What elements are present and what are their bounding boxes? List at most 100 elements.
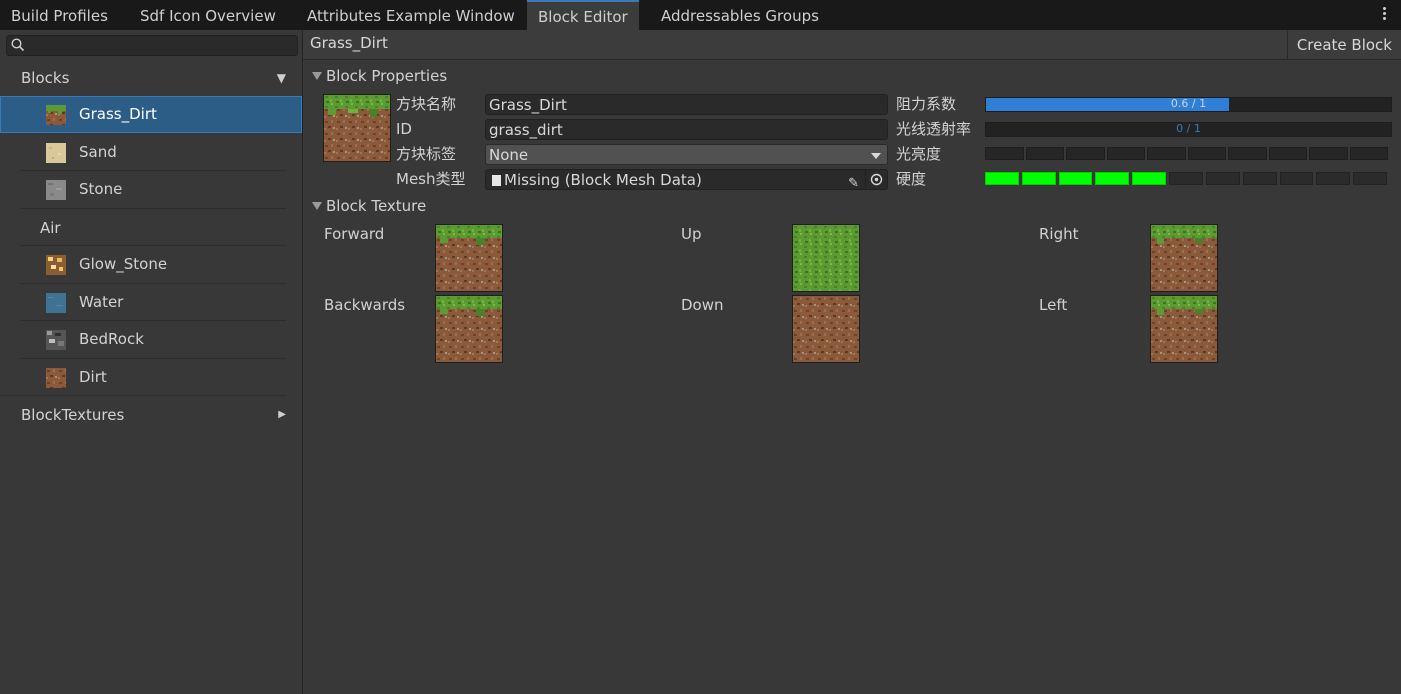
- block-tag-dropdown[interactable]: None: [485, 144, 888, 165]
- list-item-label: Water: [79, 293, 124, 311]
- list-item-water[interactable]: Water: [0, 284, 302, 321]
- block-texture-foldout[interactable]: Block Texture: [312, 197, 426, 215]
- resistance-label: 阻力系数: [896, 95, 957, 113]
- edit-pencil-icon[interactable]: ✎: [848, 173, 859, 194]
- block-properties-foldout[interactable]: Block Properties: [312, 67, 447, 85]
- list-item-label: Dirt: [79, 368, 107, 386]
- mesh-type-object-field[interactable]: Missing (Block Mesh Data) ✎: [485, 169, 888, 191]
- list-item-dirt[interactable]: Dirt: [0, 359, 302, 396]
- down-texture-slot[interactable]: [792, 295, 860, 363]
- hardness-segment[interactable]: [1316, 172, 1351, 185]
- up-texture-slot[interactable]: [792, 224, 860, 292]
- tab-block-editor[interactable]: Block Editor: [527, 0, 639, 30]
- group-air-label: Air: [40, 219, 61, 237]
- tab-bar: Build Profiles Sdf Icon Overview Attribu…: [0, 0, 1401, 30]
- hardness-segment[interactable]: [985, 172, 1019, 185]
- hardness-segment[interactable]: [1021, 172, 1056, 185]
- face-label-right: Right: [1039, 225, 1079, 243]
- hardness-segment[interactable]: [1058, 172, 1093, 185]
- resistance-slider[interactable]: 0.6 / 1: [985, 97, 1392, 112]
- tab-addressables-groups[interactable]: Addressables Groups: [650, 0, 830, 30]
- brightness-segment[interactable]: [1187, 147, 1226, 160]
- block-name-label: 方块名称: [396, 95, 457, 113]
- tab-attributes-example-window[interactable]: Attributes Example Window: [296, 0, 526, 30]
- brightness-segment[interactable]: [1228, 147, 1267, 160]
- face-label-backwards: Backwards: [324, 296, 406, 314]
- mesh-type-label: Mesh类型: [396, 170, 466, 188]
- dirt-icon: [46, 368, 66, 388]
- list-item-label: Grass_Dirt: [79, 105, 157, 123]
- face-label-left: Left: [1039, 296, 1068, 314]
- foldout-arrow-icon: [312, 72, 322, 80]
- list-item-bedrock[interactable]: BedRock: [0, 321, 302, 358]
- group-blocktextures[interactable]: BlockTextures ▶: [0, 397, 302, 433]
- brightness-label: 光亮度: [896, 145, 942, 163]
- expand-arrow-icon[interactable]: ▶: [278, 397, 286, 433]
- brightness-segment[interactable]: [1066, 147, 1105, 160]
- block-tag-value: None: [489, 146, 529, 164]
- hardness-segment[interactable]: [1353, 172, 1387, 185]
- block-tag-label: 方块标签: [396, 145, 457, 163]
- face-label-up: Up: [681, 225, 702, 243]
- left-texture-slot[interactable]: [1150, 295, 1218, 363]
- sand-icon: [46, 143, 66, 163]
- block-id-field[interactable]: grass_dirt: [485, 119, 888, 140]
- brightness-segment[interactable]: [1309, 147, 1348, 160]
- block-properties-header: Block Properties: [326, 67, 448, 85]
- block-editor-panel: Grass_Dirt Create Block Block Properties…: [303, 30, 1401, 694]
- asset-file-icon: [492, 175, 501, 186]
- transparency-label: 光线透射率: [896, 120, 972, 138]
- more-options-icon[interactable]: [1383, 7, 1387, 22]
- group-air[interactable]: Air: [0, 210, 302, 246]
- list-item-stone[interactable]: Stone: [0, 171, 302, 208]
- backwards-texture-slot[interactable]: [435, 295, 503, 363]
- group-blocks[interactable]: Blocks ▼: [0, 60, 302, 96]
- block-id-label: ID: [396, 120, 412, 138]
- glow-stone-icon: [46, 255, 66, 275]
- right-texture-slot[interactable]: [1150, 224, 1218, 292]
- object-picker-icon[interactable]: [865, 170, 887, 189]
- list-item-label: Sand: [79, 143, 117, 161]
- block-list-sidebar: Blocks ▼ Grass_Dirt Sand Stone Air Glow_…: [0, 30, 303, 694]
- block-name-field[interactable]: Grass_Dirt: [485, 94, 888, 115]
- brightness-segment[interactable]: [1147, 147, 1186, 160]
- face-label-down: Down: [681, 296, 724, 314]
- stone-icon: [46, 180, 66, 200]
- dropdown-caret-icon: [871, 153, 881, 159]
- brightness-segment[interactable]: [1106, 147, 1145, 160]
- list-item-label: Stone: [79, 180, 123, 198]
- hardness-segment[interactable]: [1242, 172, 1277, 185]
- list-item-sand[interactable]: Sand: [0, 134, 302, 171]
- hardness-segment[interactable]: [1279, 172, 1314, 185]
- face-label-forward: Forward: [324, 225, 385, 243]
- resistance-value-text: 0.6 / 1: [1170, 97, 1207, 110]
- hardness-segment[interactable]: [1132, 172, 1167, 185]
- brightness-segment[interactable]: [1025, 147, 1064, 160]
- mesh-type-value: Missing (Block Mesh Data): [504, 171, 702, 189]
- bedrock-icon: [46, 330, 66, 350]
- hardness-segment[interactable]: [1169, 172, 1203, 185]
- list-item-label: BedRock: [79, 330, 144, 348]
- list-item-glow-stone[interactable]: Glow_Stone: [0, 246, 302, 283]
- create-block-button[interactable]: Create Block: [1286, 30, 1401, 59]
- brightness-segment[interactable]: [1349, 147, 1388, 160]
- group-blocktextures-label: BlockTextures: [21, 406, 125, 424]
- brightness-segment[interactable]: [985, 147, 1024, 160]
- search-field[interactable]: [6, 35, 298, 56]
- list-item-label: Glow_Stone: [79, 255, 168, 273]
- search-icon: [11, 38, 25, 52]
- block-preview-thumbnail[interactable]: [323, 94, 391, 162]
- grass-dirt-icon: [46, 105, 66, 125]
- transparency-slider[interactable]: 0 / 1: [985, 122, 1392, 137]
- forward-texture-slot[interactable]: [435, 224, 503, 292]
- editor-header: Grass_Dirt Create Block: [303, 30, 1401, 60]
- tab-sdf-icon-overview[interactable]: Sdf Icon Overview: [129, 0, 287, 30]
- brightness-segment[interactable]: [1268, 147, 1307, 160]
- tab-build-profiles[interactable]: Build Profiles: [0, 0, 119, 30]
- group-blocks-label: Blocks: [21, 69, 70, 87]
- hardness-segment[interactable]: [1205, 172, 1240, 185]
- hardness-segment[interactable]: [1095, 172, 1130, 185]
- list-item-grass-dirt[interactable]: Grass_Dirt: [0, 96, 302, 133]
- collapse-arrow-icon[interactable]: ▼: [277, 60, 286, 96]
- water-icon: [46, 293, 66, 313]
